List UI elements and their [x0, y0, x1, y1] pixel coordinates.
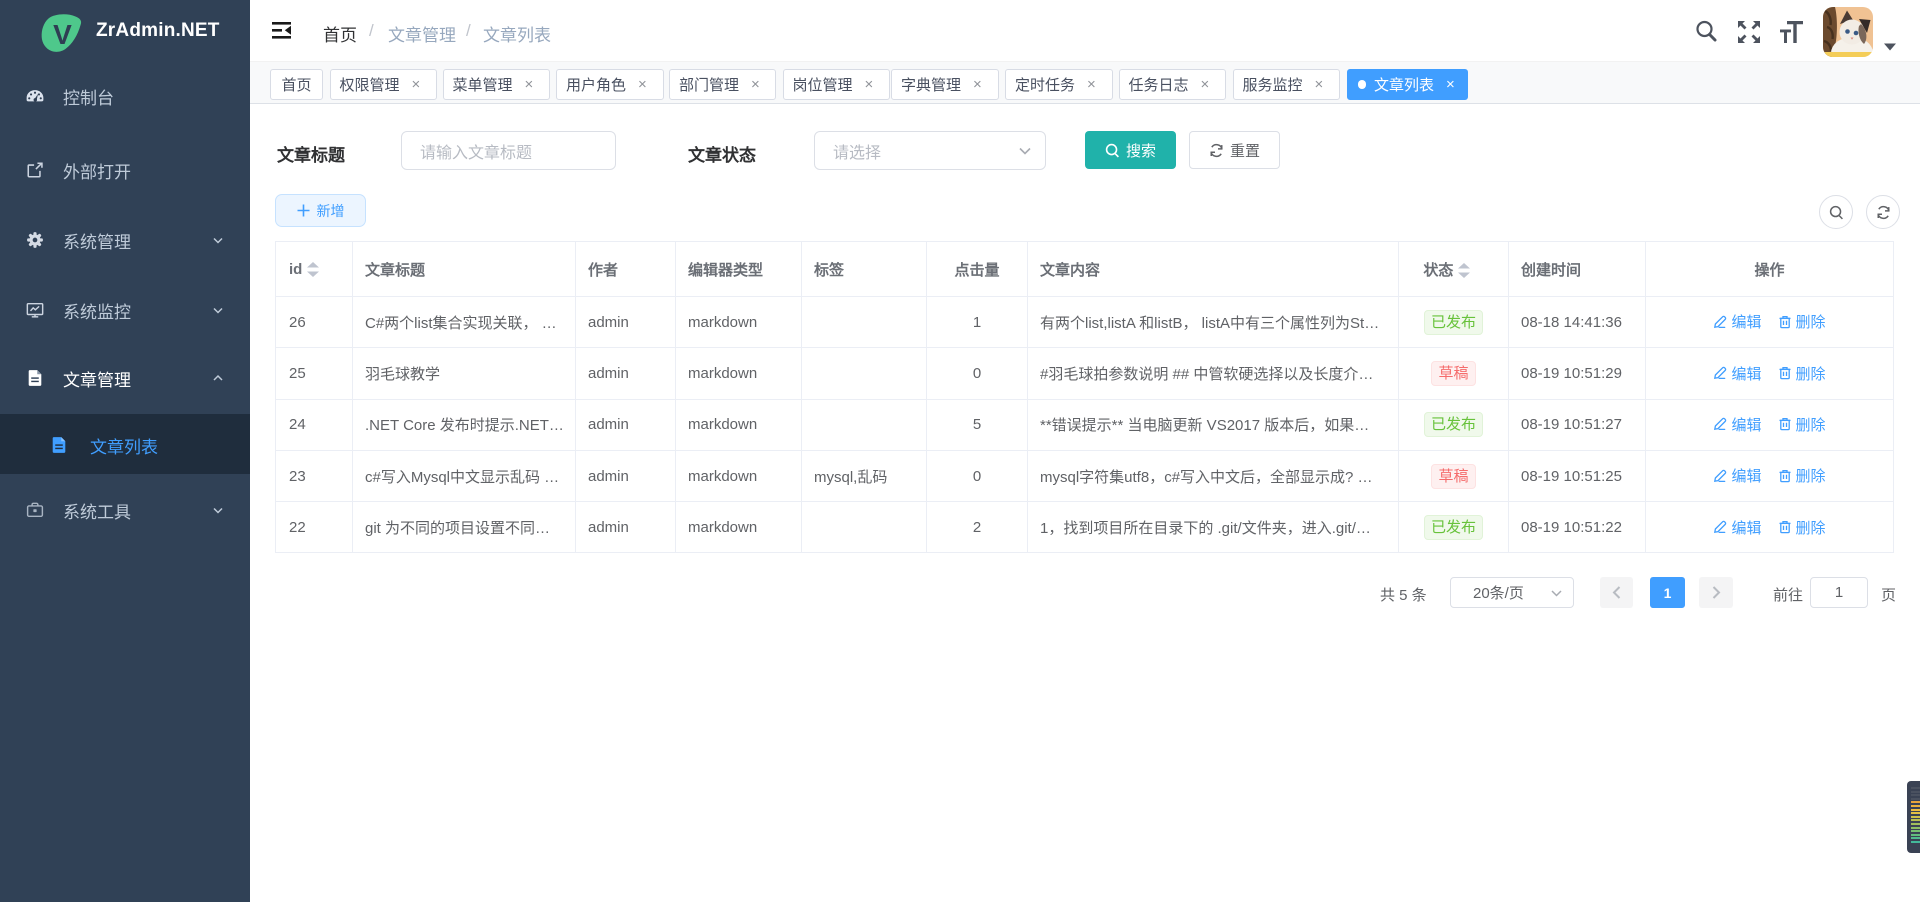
svg-text:V: V	[53, 19, 72, 50]
